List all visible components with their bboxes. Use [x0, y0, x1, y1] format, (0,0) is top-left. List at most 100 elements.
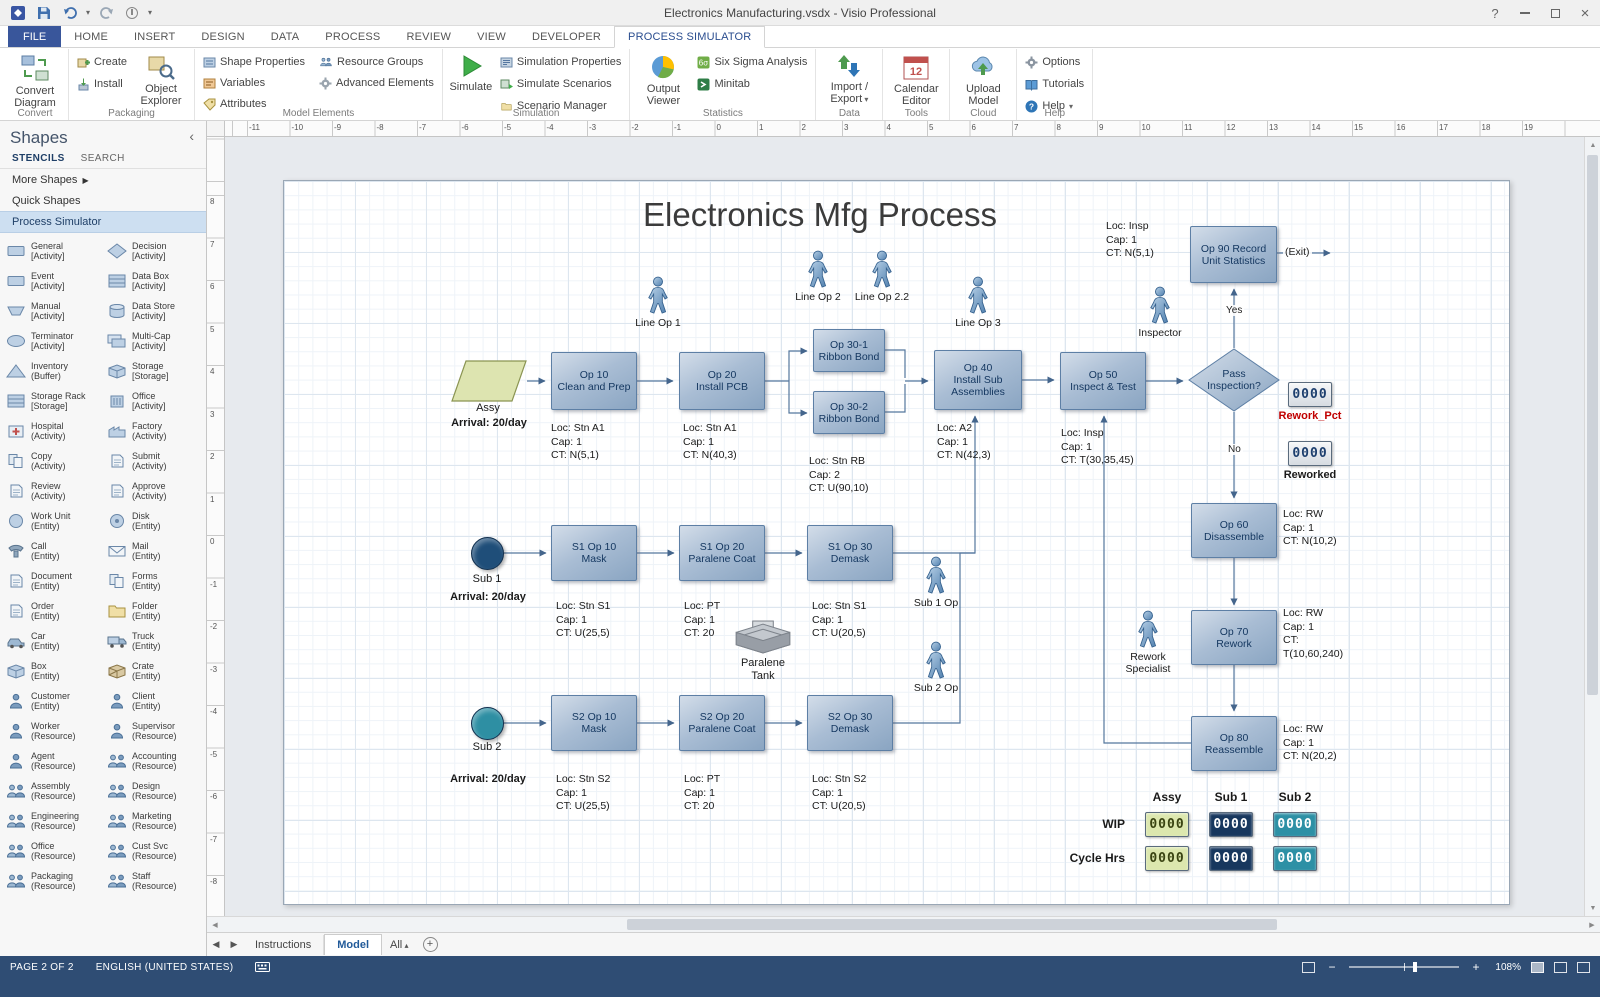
- close-button[interactable]: [1570, 0, 1600, 26]
- stencil-shape[interactable]: Decision[Activity]: [103, 236, 204, 266]
- ribbon-tab[interactable]: DATA: [258, 26, 313, 47]
- create-button[interactable]: Create: [74, 52, 130, 72]
- ribbon-tab[interactable]: PROCESS: [312, 26, 393, 47]
- shape-annotation[interactable]: Loc: Stn S2 Cap: 1 CT: U(25,5): [556, 773, 610, 814]
- process-shape[interactable]: S1 Op 30 Demask: [807, 525, 893, 581]
- options-button[interactable]: Options: [1022, 52, 1087, 72]
- scroll-down-icon[interactable]: ▼: [1585, 900, 1600, 916]
- simulate-button[interactable]: Simulate: [448, 51, 494, 95]
- stencil-shape[interactable]: Folder(Entity): [103, 596, 204, 626]
- sub1-label[interactable]: Sub 1: [454, 573, 520, 585]
- stencil-shape[interactable]: Mail(Entity): [103, 536, 204, 566]
- shape-annotation[interactable]: Loc: RW Cap: 1 CT: T(10,60,240): [1283, 607, 1343, 661]
- stencil-shape[interactable]: Terminator[Activity]: [2, 326, 103, 356]
- sub2-entity-shape[interactable]: [471, 707, 504, 740]
- redo-button[interactable]: [96, 3, 116, 23]
- page-nav-left-icon[interactable]: ◀: [207, 939, 225, 950]
- shape-annotation[interactable]: Loc: Insp Cap: 1 CT: N(5,1): [1106, 220, 1154, 261]
- wip-counter-assy[interactable]: 0000: [1145, 812, 1189, 837]
- presentation-mode-icon[interactable]: [1302, 962, 1315, 973]
- save-button[interactable]: [34, 3, 54, 23]
- stencil-shape[interactable]: Copy(Activity): [2, 446, 103, 476]
- stencil-process-simulator[interactable]: Process Simulator: [0, 211, 206, 233]
- stencil-shape[interactable]: Supervisor(Resource): [103, 716, 204, 746]
- simulation-counter[interactable]: 0000 Rework_Pct: [1277, 382, 1343, 422]
- resource-figure[interactable]: Inspector: [1125, 286, 1195, 339]
- shape-annotation[interactable]: Loc: RW Cap: 1 CT: N(10,2): [1283, 508, 1337, 549]
- stencil-shape[interactable]: Storage Rack[Storage]: [2, 386, 103, 416]
- stencil-shape[interactable]: Data Box[Activity]: [103, 266, 204, 296]
- process-shape[interactable]: Op 90 Record Unit Statistics: [1190, 226, 1277, 283]
- stencil-shape[interactable]: Customer(Entity): [2, 686, 103, 716]
- output-viewer-button[interactable]: Output Viewer: [635, 51, 691, 109]
- page-tab-instructions[interactable]: Instructions: [243, 935, 324, 955]
- decision-shape[interactable]: Pass Inspection?: [1188, 348, 1280, 412]
- simulate-scenarios-button[interactable]: Simulate Scenarios: [497, 74, 625, 94]
- shape-annotation[interactable]: Loc: Stn A1 Cap: 1 CT: N(5,1): [551, 422, 605, 463]
- stencil-shape[interactable]: Engineering(Resource): [2, 806, 103, 836]
- keyboard-icon[interactable]: [255, 962, 270, 972]
- touch-mode-button[interactable]: [122, 3, 142, 23]
- qat-customize-caret[interactable]: ▾: [148, 8, 152, 17]
- cycle-counter-sub2[interactable]: 0000: [1273, 846, 1317, 871]
- sub2-arrival-note[interactable]: Arrival: 20/day: [442, 773, 534, 785]
- ribbon-tab[interactable]: REVIEW: [393, 26, 464, 47]
- vertical-scroll-thumb[interactable]: [1587, 155, 1598, 695]
- page-nav-right-icon[interactable]: ▶: [225, 939, 243, 950]
- stencil-shape[interactable]: Multi-Cap[Activity]: [103, 326, 204, 356]
- process-shape[interactable]: S1 Op 10 Mask: [551, 525, 637, 581]
- process-shape[interactable]: S2 Op 30 Demask: [807, 695, 893, 751]
- cycle-counter-sub1[interactable]: 0000: [1209, 846, 1253, 871]
- stencil-shape[interactable]: Disk(Entity): [103, 506, 204, 536]
- page-filter-dropdown[interactable]: All: [382, 935, 416, 955]
- simulation-properties-button[interactable]: Simulation Properties: [497, 52, 625, 72]
- resource-figure[interactable]: Sub 2 Op: [901, 641, 971, 694]
- convert-diagram-button[interactable]: Convert Diagram: [7, 51, 63, 111]
- calendar-editor-button[interactable]: 12 Calendar Editor: [888, 51, 944, 109]
- zoom-out-button[interactable]: −: [1325, 960, 1339, 974]
- fit-page-button[interactable]: [1531, 962, 1544, 973]
- stencil-shape[interactable]: Cust Svc(Resource): [103, 836, 204, 866]
- quick-shapes-item[interactable]: Quick Shapes: [0, 190, 206, 211]
- sub1-arrival-note[interactable]: Arrival: 20/day: [442, 591, 534, 603]
- stencil-shape[interactable]: Hospital(Activity): [2, 416, 103, 446]
- tab-search[interactable]: SEARCH: [81, 153, 125, 164]
- scroll-left-icon[interactable]: ◀: [207, 917, 223, 933]
- sub1-entity-shape[interactable]: [471, 537, 504, 570]
- stencil-shape[interactable]: Inventory(Buffer): [2, 356, 103, 386]
- zoom-percent[interactable]: 108%: [1493, 962, 1521, 973]
- ribbon-tab[interactable]: INSERT: [121, 26, 188, 47]
- stencil-shape[interactable]: Approve(Activity): [103, 476, 204, 506]
- stencil-shape[interactable]: Factory(Activity): [103, 416, 204, 446]
- stencil-shape[interactable]: Document(Entity): [2, 566, 103, 596]
- whole-page-button[interactable]: [1554, 962, 1567, 973]
- stencil-shape[interactable]: General[Activity]: [2, 236, 103, 266]
- stencil-shape[interactable]: Event[Activity]: [2, 266, 103, 296]
- resource-figure[interactable]: Line Op 3: [943, 276, 1013, 329]
- switch-windows-button[interactable]: [1577, 962, 1590, 973]
- process-shape[interactable]: Op 50 Inspect & Test: [1060, 352, 1146, 410]
- process-shape[interactable]: Op 30-1 Ribbon Bond: [813, 329, 885, 372]
- object-explorer-button[interactable]: Object Explorer: [133, 51, 189, 109]
- stencil-shape[interactable]: Car(Entity): [2, 626, 103, 656]
- stencil-shape[interactable]: Order(Entity): [2, 596, 103, 626]
- assy-label[interactable]: Assy: [451, 402, 525, 414]
- process-shape[interactable]: S2 Op 10 Mask: [551, 695, 637, 751]
- resource-figure[interactable]: Rework Specialist: [1113, 610, 1183, 675]
- process-shape[interactable]: Op 10 Clean and Prep: [551, 352, 637, 410]
- tutorials-button[interactable]: Tutorials: [1022, 74, 1087, 94]
- shape-annotation[interactable]: Loc: Stn RB Cap: 2 CT: U(90,10): [809, 455, 869, 496]
- process-shape[interactable]: S2 Op 20 Paralene Coat: [679, 695, 765, 751]
- shape-annotation[interactable]: Loc: Stn A1 Cap: 1 CT: N(40,3): [683, 422, 737, 463]
- ribbon-tab[interactable]: DEVELOPER: [519, 26, 614, 47]
- stencil-shape[interactable]: Storage[Storage]: [103, 356, 204, 386]
- shape-properties-button[interactable]: Shape Properties: [200, 52, 308, 72]
- language-indicator[interactable]: ENGLISH (UNITED STATES): [96, 962, 234, 973]
- install-button[interactable]: Install: [74, 74, 130, 94]
- minitab-button[interactable]: Minitab: [694, 74, 810, 94]
- resource-figure[interactable]: Line Op 1: [623, 276, 693, 329]
- process-shape[interactable]: Op 30-2 Ribbon Bond: [813, 391, 885, 434]
- resource-groups-button[interactable]: Resource Groups: [316, 52, 437, 72]
- six-sigma-analysis-button[interactable]: 6σ Six Sigma Analysis: [694, 52, 810, 72]
- horizontal-scroll-thumb[interactable]: [627, 919, 1277, 930]
